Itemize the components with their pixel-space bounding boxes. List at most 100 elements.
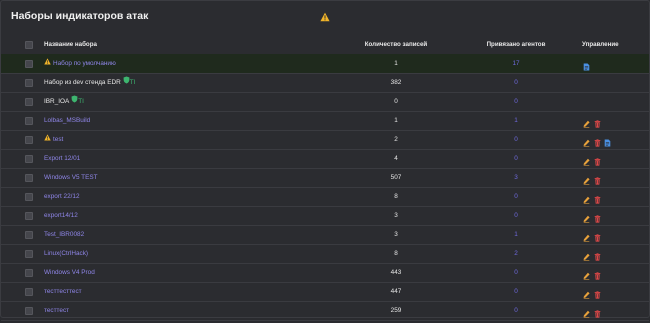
row-checkbox[interactable] — [25, 269, 33, 277]
row-checkbox[interactable] — [25, 79, 33, 87]
agents-count[interactable]: 0 — [501, 130, 531, 149]
records-count: 259 — [390, 307, 402, 314]
records-count: 8 — [394, 250, 398, 257]
row-checkbox[interactable] — [25, 307, 33, 315]
name-cell: Test_IBR0082 — [44, 225, 84, 244]
name-cell: test — [44, 130, 63, 149]
table-row[interactable]: Набор из dev стенда EDR TI 382 0 — [1, 73, 649, 93]
set-name[interactable]: export14/12 — [44, 212, 78, 219]
shield-icon — [123, 73, 130, 92]
agents-count[interactable]: 3 — [501, 168, 531, 187]
warning-icon — [44, 54, 51, 73]
row-checkbox[interactable] — [25, 98, 33, 106]
name-cell: Windows V5 TEST — [44, 168, 98, 187]
set-name[interactable]: тесттесттест — [44, 288, 82, 295]
agents-count[interactable]: 1 — [501, 111, 531, 130]
name-cell: Lolbas_MSBuild — [44, 111, 90, 130]
table-row[interactable]: Windows V4 Prod 443 0 — [1, 263, 649, 283]
name-cell: Export 12/01 — [44, 149, 80, 168]
agents-count[interactable]: 17 — [501, 54, 531, 73]
agents-count[interactable]: 2 — [501, 244, 531, 263]
header-count[interactable]: Количество записей — [341, 35, 451, 54]
attack-indicator-sets-panel: Наборы индикаторов атак Название набора … — [0, 0, 650, 321]
agents-count[interactable]: 0 — [501, 282, 531, 301]
agents-count[interactable]: 1 — [501, 225, 531, 244]
row-checkbox[interactable] — [25, 250, 33, 258]
set-name[interactable]: export 22/12 — [44, 193, 80, 200]
table-row[interactable]: Набор по умолчанию 1 17 — [1, 54, 649, 74]
table-row[interactable]: Export 12/01 4 0 — [1, 149, 649, 169]
name-cell: Набор из dev стенда EDR TI — [44, 73, 135, 92]
table-row[interactable]: тесттест 259 0 — [1, 301, 649, 321]
agents-count[interactable]: 0 — [501, 187, 531, 206]
agents-count[interactable]: 0 — [501, 206, 531, 225]
set-name: Набор из dev стенда EDR — [44, 79, 121, 87]
header-agents[interactable]: Привязано агентов — [461, 35, 571, 54]
row-checkbox[interactable] — [25, 288, 33, 296]
set-name[interactable]: Windows V4 Prod — [44, 269, 95, 276]
set-name[interactable]: Export 12/01 — [44, 155, 80, 162]
table-row[interactable]: IBR_IOA TI 0 0 — [1, 92, 649, 112]
name-cell: тесттесттест — [44, 282, 82, 301]
ti-badge: TI — [129, 79, 136, 87]
name-cell: Набор по умолчанию — [44, 54, 116, 73]
records-count: 1 — [394, 117, 398, 124]
row-checkbox[interactable] — [25, 136, 33, 144]
name-cell: export 22/12 — [44, 187, 80, 206]
header-manage: Управление — [582, 41, 619, 48]
table-row[interactable]: export 22/12 8 0 — [1, 187, 649, 207]
row-checkbox[interactable] — [25, 155, 33, 163]
records-count: 507 — [390, 174, 402, 181]
set-name[interactable]: тесттест — [44, 307, 69, 314]
table-row[interactable]: тесттесттест 447 0 — [1, 282, 649, 302]
agents-count[interactable]: 0 — [501, 301, 531, 320]
name-cell: Linux(CtrlHack) — [44, 244, 88, 263]
set-name[interactable]: Lolbas_MSBuild — [44, 117, 90, 124]
records-count: 0 — [394, 98, 398, 105]
agents-count[interactable]: 0 — [501, 73, 531, 92]
row-checkbox[interactable] — [25, 193, 33, 201]
table-row[interactable]: test 2 0 — [1, 130, 649, 150]
page-title: Наборы индикаторов атак — [11, 10, 149, 22]
table-row[interactable]: Test_IBR0082 3 1 — [1, 225, 649, 245]
warning-icon[interactable] — [320, 9, 330, 27]
row-checkbox[interactable] — [25, 117, 33, 125]
table-row[interactable]: Linux(CtrlHack) 8 2 — [1, 244, 649, 264]
set-name[interactable]: Linux(CtrlHack) — [44, 250, 88, 257]
records-count: 1 — [394, 60, 398, 67]
records-count: 4 — [394, 155, 398, 162]
row-checkbox[interactable] — [25, 231, 33, 239]
delete-icon[interactable] — [594, 305, 601, 323]
name-cell: Windows V4 Prod — [44, 263, 95, 282]
records-count: 382 — [390, 79, 402, 86]
set-name[interactable]: Test_IBR0082 — [44, 231, 84, 238]
agents-count[interactable]: 0 — [501, 149, 531, 168]
records-count: 3 — [394, 231, 398, 238]
set-name[interactable]: Набор по умолчанию — [53, 60, 116, 67]
row-checkbox[interactable] — [25, 212, 33, 220]
row-checkbox[interactable] — [25, 60, 33, 68]
records-count: 3 — [394, 212, 398, 219]
table-header: Название набора Количество записей Привя… — [1, 35, 649, 55]
table-row[interactable]: Windows V5 TEST 507 3 — [1, 168, 649, 188]
records-count: 2 — [394, 136, 398, 143]
header-name[interactable]: Название набора — [44, 35, 97, 54]
records-count: 443 — [390, 269, 402, 276]
row-checkbox[interactable] — [25, 174, 33, 182]
warning-icon — [44, 130, 51, 149]
select-all-checkbox[interactable] — [25, 41, 33, 49]
set-name[interactable]: Windows V5 TEST — [44, 174, 98, 181]
set-name: IBR_IOA — [44, 98, 70, 106]
edit-icon[interactable] — [583, 305, 590, 323]
table-row[interactable]: export14/12 3 0 — [1, 206, 649, 226]
records-count: 447 — [390, 288, 402, 295]
table-row[interactable]: Lolbas_MSBuild 1 1 — [1, 111, 649, 131]
agents-count[interactable]: 0 — [501, 263, 531, 282]
set-name[interactable]: test — [53, 136, 63, 143]
agents-count[interactable]: 0 — [501, 92, 531, 111]
ti-badge: TI — [78, 98, 84, 106]
name-cell: export14/12 — [44, 206, 78, 225]
name-cell: тесттест — [44, 301, 69, 320]
records-count: 8 — [394, 193, 398, 200]
name-cell: IBR_IOA TI — [44, 92, 84, 111]
